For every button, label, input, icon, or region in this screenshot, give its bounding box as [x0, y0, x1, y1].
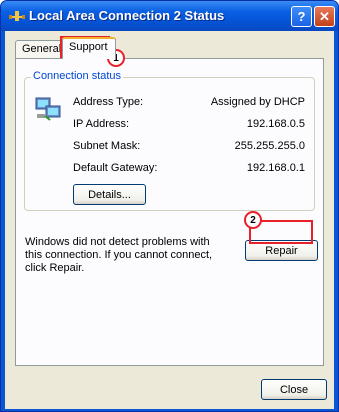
dialog-body: General Support Connection status Addres… — [5, 31, 334, 409]
status-window: Local Area Connection 2 Status ? ✕ Gener… — [0, 0, 339, 412]
subnet-mask-row: Subnet Mask: 255.255.255.0 — [73, 140, 305, 154]
step-2-marker: 2 — [244, 211, 262, 229]
help-icon: ? — [297, 9, 306, 24]
connection-status-group: Connection status Address Type: Assigned… — [24, 70, 315, 211]
ip-address-label: IP Address: — [73, 118, 130, 130]
default-gateway-value: 192.168.0.1 — [246, 162, 305, 174]
tab-support[interactable]: Support — [62, 37, 116, 59]
diagnostic-message: Windows did not detect problems with thi… — [25, 236, 213, 274]
close-button[interactable]: Close — [261, 379, 327, 400]
subnet-mask-label: Subnet Mask: — [73, 140, 141, 152]
support-tab-panel: Connection status Address Type: Assigned… — [15, 58, 324, 366]
ip-address-value: 192.168.0.5 — [246, 118, 305, 130]
address-type-row: Address Type: Assigned by DHCP — [73, 96, 305, 110]
network-computers-icon — [35, 97, 61, 121]
window-title: Local Area Connection 2 Status — [29, 8, 225, 23]
details-button[interactable]: Details... — [73, 184, 146, 205]
subnet-mask-value: 255.255.255.0 — [234, 140, 305, 152]
title-bar[interactable]: Local Area Connection 2 Status ? ✕ — [1, 1, 338, 31]
default-gateway-label: Default Gateway: — [73, 162, 158, 174]
tab-general[interactable]: General — [15, 40, 63, 58]
close-icon: ✕ — [319, 8, 330, 24]
network-connection-icon — [9, 11, 25, 21]
window-close-button[interactable]: ✕ — [314, 6, 335, 27]
address-type-value: Assigned by DHCP — [210, 96, 305, 108]
address-type-label: Address Type: — [73, 96, 144, 108]
help-button[interactable]: ? — [291, 6, 312, 27]
connection-status-label: Connection status — [31, 70, 124, 82]
ip-address-row: IP Address: 192.168.0.5 — [73, 118, 305, 132]
default-gateway-row: Default Gateway: 192.168.0.1 — [73, 162, 305, 176]
